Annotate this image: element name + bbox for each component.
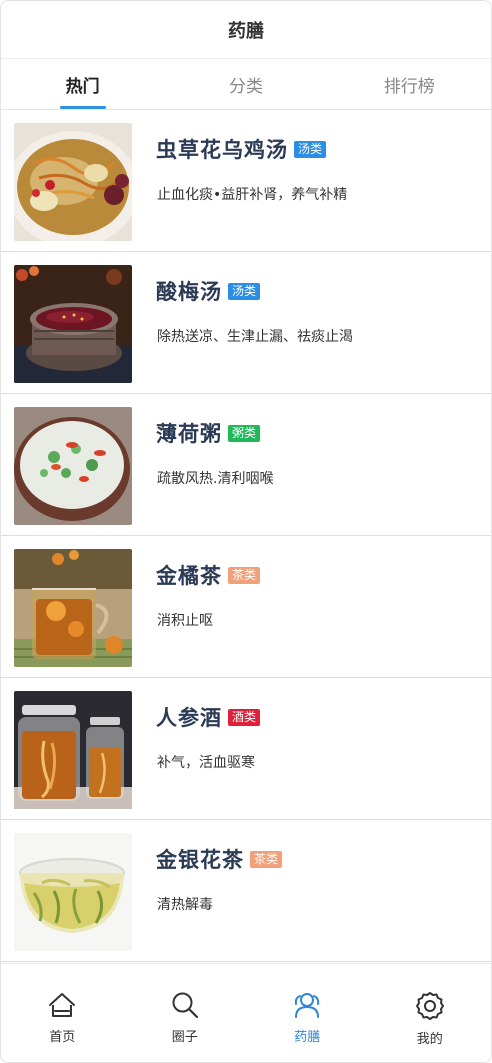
- item-title-row: 金橘茶 茶类: [156, 560, 261, 590]
- item-name: 虫草花乌鸡汤: [156, 138, 288, 162]
- category-tag: 汤类: [228, 282, 261, 300]
- item-title-row: 虫草花乌鸡汤 汤类: [156, 134, 327, 164]
- home-icon: [49, 993, 76, 1017]
- tab-ranking[interactable]: 排行榜: [328, 59, 491, 109]
- mint-porridge-image: [14, 407, 132, 525]
- bottom-nav: 首页 圈子 药膳 我的: [1, 963, 491, 1062]
- item-name: 金橘茶: [156, 564, 222, 588]
- nav-circle-label: 圈子: [171, 1030, 198, 1045]
- item-name: 金银花茶: [156, 848, 244, 872]
- nav-medicinal-diet[interactable]: 药膳: [246, 964, 369, 1062]
- sour-plum-soup-image: [14, 265, 132, 383]
- list-item[interactable]: 人参酒 酒类 补气，活血驱寒: [1, 678, 491, 820]
- tab-bar: 热门 分类 排行榜: [1, 59, 491, 110]
- nav-circle[interactable]: 圈子: [124, 964, 247, 1062]
- item-name: 薄荷粥: [156, 422, 222, 446]
- item-title-row: 酸梅汤 汤类: [156, 276, 261, 306]
- list-item[interactable]: 薄荷粥 粥类 疏散风热.清利咽喉: [1, 394, 491, 536]
- tab-hot[interactable]: 热门: [1, 59, 164, 109]
- item-name: 酸梅汤: [156, 280, 222, 304]
- nav-profile[interactable]: 我的: [369, 964, 492, 1062]
- nav-medicinal-diet-label: 药膳: [294, 1030, 321, 1045]
- item-description: 除热送凉、生津止漏、祛痰止渴: [157, 329, 353, 345]
- item-description: 补气，活血驱寒: [157, 755, 255, 771]
- gear-icon: [415, 992, 444, 1020]
- item-description: 消积止呕: [157, 613, 213, 629]
- app-window: 药膳 热门 分类 排行榜 虫草花乌鸡汤 汤类 止血化痰•益肝补肾，养气补精 酸梅…: [0, 0, 492, 1063]
- item-title-row: 人参酒 酒类: [156, 702, 261, 732]
- search-icon: [172, 992, 198, 1019]
- nav-home[interactable]: 首页: [1, 964, 124, 1062]
- list-item[interactable]: 金银花茶 茶类 清热解毒: [1, 820, 491, 962]
- nav-profile-label: 我的: [416, 1032, 443, 1047]
- category-tag: 粥类: [228, 424, 261, 442]
- item-title-row: 金银花茶 茶类: [156, 844, 283, 874]
- honeysuckle-tea-image: [14, 833, 132, 951]
- item-title-row: 薄荷粥 粥类: [156, 418, 261, 448]
- users-icon: [295, 993, 320, 1018]
- item-description: 清热解毒: [157, 897, 213, 913]
- cordyceps-chicken-soup-image: [14, 123, 132, 241]
- tab-category[interactable]: 分类: [164, 59, 327, 109]
- nav-home-label: 首页: [49, 1030, 76, 1045]
- recipe-list: 虫草花乌鸡汤 汤类 止血化痰•益肝补肾，养气补精 酸梅汤 汤类 除热送凉、生津止…: [1, 110, 491, 962]
- category-tag: 汤类: [294, 140, 327, 158]
- kumquat-tea-image: [14, 549, 132, 667]
- item-description: 疏散风热.清利咽喉: [157, 471, 274, 487]
- category-tag: 茶类: [250, 850, 283, 868]
- ginseng-wine-image: [14, 691, 132, 809]
- list-item[interactable]: 酸梅汤 汤类 除热送凉、生津止漏、祛痰止渴: [1, 252, 491, 394]
- list-item[interactable]: 金橘茶 茶类 消积止呕: [1, 536, 491, 678]
- page-title: 药膳: [1, 1, 491, 59]
- category-tag: 酒类: [228, 708, 261, 726]
- item-name: 人参酒: [156, 706, 222, 730]
- category-tag: 茶类: [228, 566, 261, 584]
- item-description: 止血化痰•益肝补肾，养气补精: [157, 187, 348, 203]
- list-item[interactable]: 虫草花乌鸡汤 汤类 止血化痰•益肝补肾，养气补精: [1, 110, 491, 252]
